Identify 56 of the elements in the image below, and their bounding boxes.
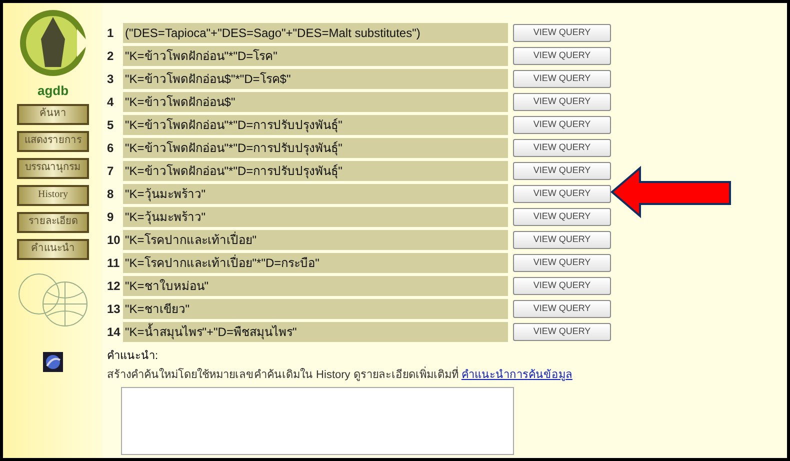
query-number: 3 [107,71,115,88]
query-number: 9 [107,209,115,226]
view-query-button[interactable]: VIEW QUERY [513,254,611,272]
view-query-button[interactable]: VIEW QUERY [513,323,611,341]
query-number: 8 [107,186,115,203]
query-cell: "K=โรคปากและเท้าเปื่อย"*"D=กระบือ" [123,253,508,273]
query-cell: "K=ข้าวโพดฝักอ่อน"*"D=การปรับปรุงพันธุ์" [123,138,508,158]
view-query-button[interactable]: VIEW QUERY [513,93,611,111]
view-query-button[interactable]: VIEW QUERY [513,231,611,249]
view-query-button[interactable]: VIEW QUERY [513,24,611,42]
sidebar-button[interactable]: ค้นหา [17,104,89,124]
view-query-button[interactable]: VIEW QUERY [513,185,611,203]
help-link[interactable]: คำแนะนำการค้นข้อมูล [461,368,572,380]
pointer-arrow-icon [610,166,732,218]
hint-label: คำแนะนำ: [107,349,160,364]
hint-text: สร้างคำค้นใหม่โดยใช้หมายเลขคำค้นเดิมใน History ดูรายละเอียดเพิ่มเติมที่ [107,368,458,380]
view-query-button[interactable]: VIEW QUERY [513,139,611,157]
query-cell: "K=ข้าวโพดฝักอ่อน$" [123,92,508,112]
query-cell: "K=วุ้นมะพร้าว" [123,184,508,204]
emblem-logo [17,9,89,77]
view-query-button[interactable]: VIEW QUERY [513,116,611,134]
query-cell: "K=ข้าวโพดฝักอ่อน$"*"D=โรค$" [123,69,508,89]
view-query-button[interactable]: VIEW QUERY [513,162,611,180]
query-number: 7 [107,163,115,180]
query-cell: "K=ข้าวโพดฝักอ่อน"*"D=การปรับปรุงพันธุ์" [123,115,508,135]
query-cell: "K=โรคปากและเท้าเปื่อย" [123,230,508,250]
view-query-button[interactable]: VIEW QUERY [513,47,611,65]
sidebar-button[interactable]: History [17,184,89,206]
view-query-button[interactable]: VIEW QUERY [513,70,611,88]
sidebar-button[interactable]: คำแนะนำ [17,238,89,260]
query-number: 6 [107,140,115,157]
query-cell: "K=ชาใบหม่อน" [123,276,508,296]
query-cell: "K=น้ำสมุนไพร"+"D=พืชสมุนไพร" [123,322,508,342]
query-number: 5 [107,117,115,134]
view-query-button[interactable]: VIEW QUERY [513,208,611,226]
query-number: 1 [107,25,115,42]
query-cell: "K=วุ้นมะพร้าว" [123,207,508,227]
view-query-button[interactable]: VIEW QUERY [513,300,611,318]
site-name: agdb [37,82,69,100]
query-number: 4 [107,94,115,111]
globe-icon [43,352,63,372]
view-query-button[interactable]: VIEW QUERY [513,277,611,295]
sidebar-button[interactable]: แสดงรายการ [17,130,89,152]
query-cell: "K=ข้าวโพดฝักอ่อน"*"D=การปรับปรุงพันธุ์" [123,161,508,181]
query-cell: ("DES=Tapioca"+"DES=Sago"+"DES=Malt substitutes") [123,23,508,43]
query-input-field[interactable] [121,387,514,455]
query-number: 14 [107,324,122,341]
sidebar-button[interactable]: รายละเอียด [17,212,89,232]
query-number: 13 [107,301,122,318]
query-number: 10 [107,232,122,249]
sidebar-button[interactable]: บรรณานุกรม [17,158,89,178]
query-number: 12 [107,278,122,295]
query-number: 2 [107,48,115,65]
query-cell: "K=ข้าวโพดฝักอ่อน"*"D=โรค" [123,46,508,66]
query-cell: "K=ชาเขียว" [123,299,508,319]
query-number: 11 [107,255,121,272]
